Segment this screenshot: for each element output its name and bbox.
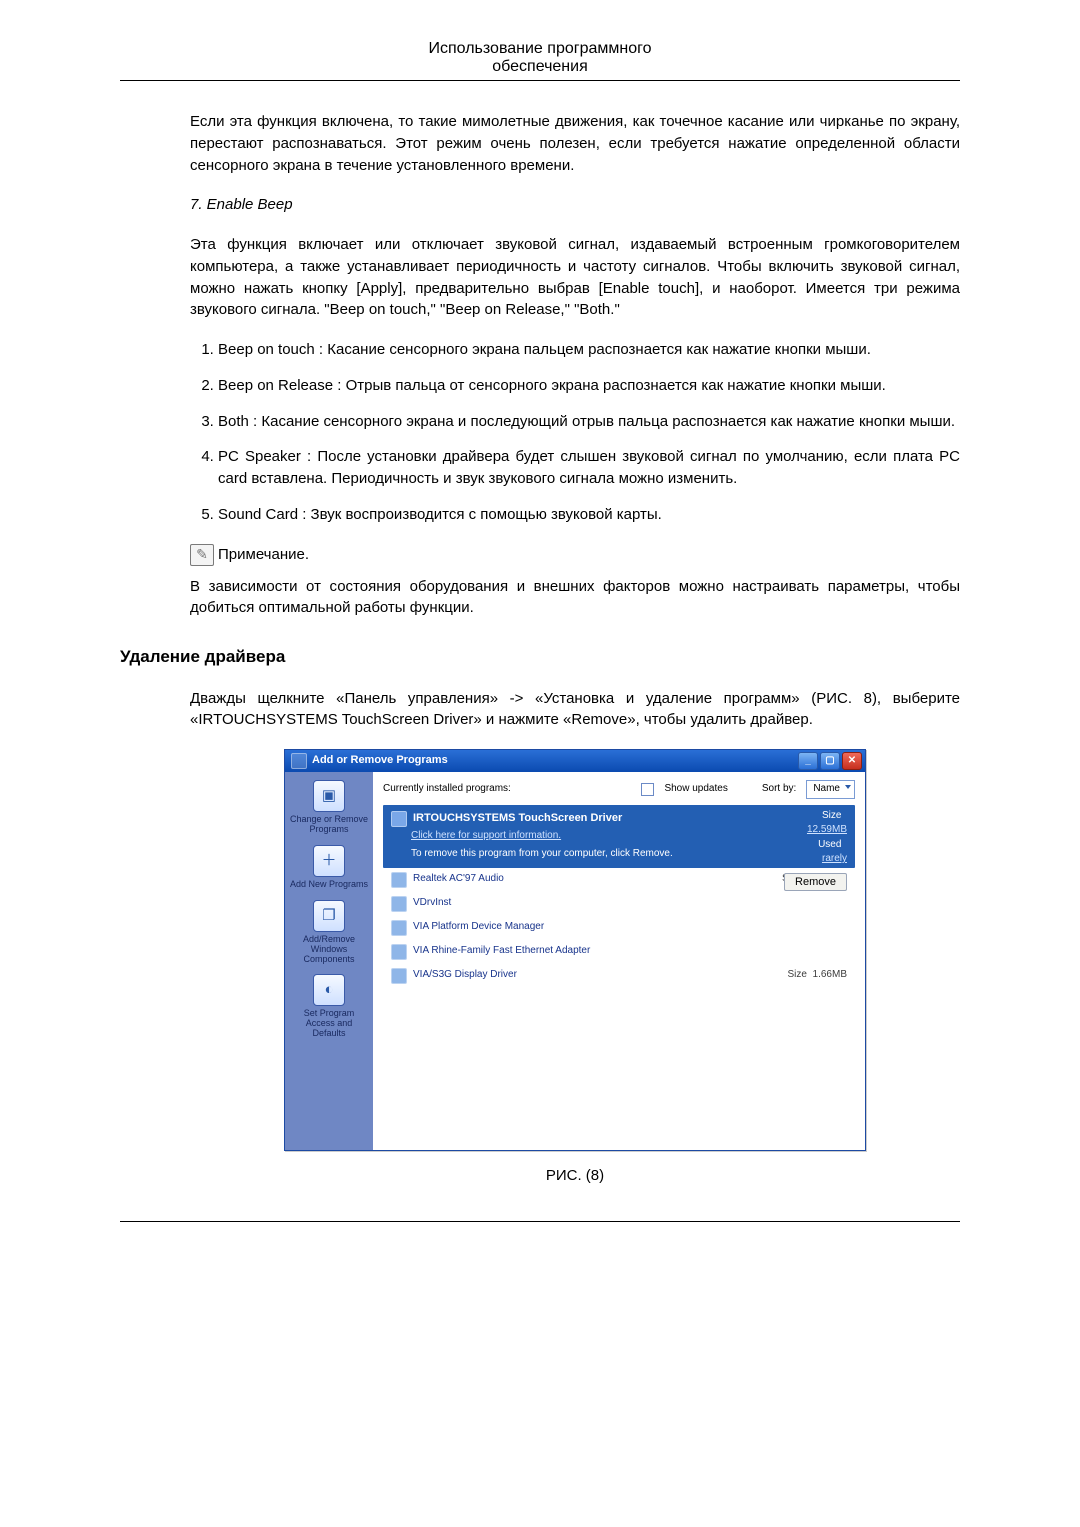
intro-text: Если эта функция включена, то такие мимо… <box>190 111 960 176</box>
support-link[interactable]: Click here for support information. <box>411 829 561 844</box>
list-item[interactable]: VIA/S3G Display Driver Size 1.66MB <box>383 964 855 988</box>
program-icon <box>391 920 407 936</box>
section-7-para: Эта функция включает или отключает звуко… <box>190 234 960 321</box>
section-7-title: 7. Enable Beep <box>190 194 960 216</box>
program-list: IRTOUCHSYSTEMS TouchScreen Driver Click … <box>383 805 855 1141</box>
size-label: Size <box>788 969 807 980</box>
list-item[interactable]: VIA Platform Device Manager <box>383 916 855 940</box>
dialog-sidebar: ▣ Change or Remove Programs ＋ Add New Pr… <box>285 772 373 1150</box>
dialog-title: Add or Remove Programs <box>312 753 448 769</box>
size-value: 1.66MB <box>813 969 847 980</box>
selected-program-name: IRTOUCHSYSTEMS TouchScreen Driver <box>413 811 622 827</box>
selected-program[interactable]: IRTOUCHSYSTEMS TouchScreen Driver Click … <box>383 805 855 868</box>
note-label: Примечание. <box>218 544 309 566</box>
maximize-button[interactable]: ▢ <box>820 752 840 770</box>
dialog-main: Currently installed programs: Show updat… <box>373 772 865 1150</box>
program-name: VIA Platform Device Manager <box>413 920 544 935</box>
remove-hint: To remove this program from your compute… <box>411 847 847 862</box>
size-label: Size <box>822 810 841 821</box>
footer-rule <box>120 1221 960 1222</box>
program-icon <box>391 944 407 960</box>
show-updates-label: Show updates <box>664 782 727 797</box>
sidebar-item-label: Change or Remove Programs <box>289 815 369 835</box>
add-remove-dialog: Add or Remove Programs _ ▢ ✕ ▣ Change or… <box>284 749 866 1151</box>
app-icon <box>291 753 307 769</box>
close-button[interactable]: ✕ <box>842 752 862 770</box>
sidebar-item-windows-components[interactable]: ❐ Add/Remove Windows Components <box>289 900 369 965</box>
program-name: VIA/S3G Display Driver <box>413 968 517 983</box>
show-updates-checkbox[interactable] <box>641 783 654 796</box>
globe-icon: ◐ <box>313 974 345 1006</box>
page-header: Использование программного обеспечения <box>120 40 960 81</box>
figure-caption: РИС. (8) <box>546 1165 604 1187</box>
sort-by-select[interactable]: Name <box>806 780 855 799</box>
sidebar-item-label: Set Program Access and Defaults <box>289 1009 369 1039</box>
dialog-titlebar[interactable]: Add or Remove Programs _ ▢ ✕ <box>285 750 865 772</box>
list-item: PC Speaker : После установки драйвера бу… <box>218 446 960 490</box>
uninstall-heading: Удаление драйвера <box>120 645 960 670</box>
used-value-link[interactable]: rarely <box>784 852 847 867</box>
list-item[interactable]: VIA Rhine-Family Fast Ethernet Adapter <box>383 940 855 964</box>
header-line2: обеспечения <box>120 58 960 76</box>
window-icon: ❐ <box>313 900 345 932</box>
plus-icon: ＋ <box>313 845 345 877</box>
program-name: VIA Rhine-Family Fast Ethernet Adapter <box>413 944 590 959</box>
list-item: Beep on Release : Отрыв пальца от сенсор… <box>218 375 960 397</box>
list-item: Beep on touch : Касание сенсорного экран… <box>218 339 960 361</box>
header-line1: Использование программного <box>120 40 960 58</box>
program-name: VDrvInst <box>413 896 451 911</box>
program-icon <box>391 872 407 888</box>
sidebar-item-label: Add/Remove Windows Components <box>289 935 369 965</box>
program-icon <box>391 896 407 912</box>
note-heading: ✎ Примечание. <box>190 544 960 566</box>
note-icon: ✎ <box>190 544 214 566</box>
sidebar-item-defaults[interactable]: ◐ Set Program Access and Defaults <box>289 974 369 1039</box>
sort-by-label: Sort by: <box>762 782 796 797</box>
program-icon <box>391 968 407 984</box>
sidebar-item-label: Add New Programs <box>290 880 368 890</box>
box-icon: ▣ <box>313 780 345 812</box>
used-label: Used <box>818 839 841 850</box>
installed-programs-label: Currently installed programs: <box>383 782 511 797</box>
program-name: Realtek AC'97 Audio <box>413 872 504 887</box>
note-text: В зависимости от состояния оборудования … <box>190 576 960 620</box>
sidebar-item-add-new[interactable]: ＋ Add New Programs <box>290 845 368 890</box>
sidebar-item-change-remove[interactable]: ▣ Change or Remove Programs <box>289 780 369 835</box>
list-item: Sound Card : Звук воспроизводится с помо… <box>218 504 960 526</box>
list-item[interactable]: VDrvInst <box>383 892 855 916</box>
figure-8: Add or Remove Programs _ ▢ ✕ ▣ Change or… <box>190 749 960 1187</box>
size-value-link[interactable]: 12.59MB <box>784 823 847 838</box>
uninstall-para: Дважды щелкните «Панель управления» -> «… <box>190 688 960 732</box>
remove-button[interactable]: Remove <box>784 873 847 891</box>
program-icon <box>391 811 407 827</box>
minimize-button[interactable]: _ <box>798 752 818 770</box>
section-7-list: Beep on touch : Касание сенсорного экран… <box>190 339 960 526</box>
list-item: Both : Касание сенсорного экрана и после… <box>218 411 960 433</box>
